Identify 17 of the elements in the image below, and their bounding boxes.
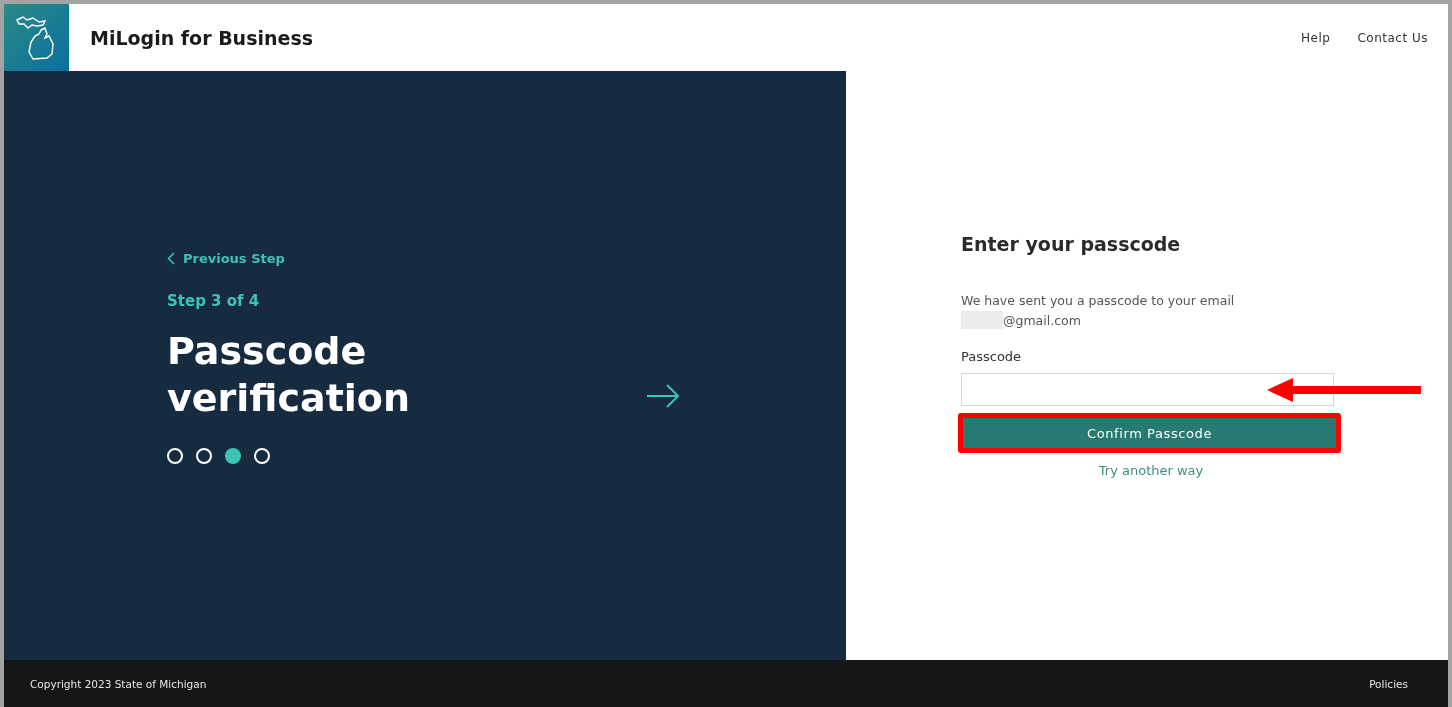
chevron-left-icon	[167, 252, 175, 265]
site-title: MiLogin for Business	[90, 26, 313, 49]
step-counter: Step 3 of 4	[167, 292, 261, 310]
field-label: Passcode	[961, 349, 1023, 364]
arrow-right-icon	[646, 383, 680, 409]
nav-link[interactable]: Help	[1301, 30, 1331, 45]
nav-link[interactable]: Contact Us	[1357, 30, 1428, 45]
passcode-field[interactable]	[961, 373, 1334, 406]
confirm-button[interactable]: Confirm Passcode	[963, 418, 1336, 448]
page-title: Passcode verification	[167, 328, 411, 422]
try-another-way-link[interactable]: Try another way	[1098, 463, 1204, 478]
form-heading: Enter your passcode	[961, 233, 1182, 255]
copyright-text: Copyright 2023 State of Michigan	[30, 677, 207, 690]
previous-step-link[interactable]: Previous Step	[167, 251, 467, 266]
email-text: @gmail.com	[1003, 312, 1081, 328]
footer-link[interactable]: Policies	[1369, 677, 1408, 690]
message-text: We have sent you a passcode to your email	[961, 292, 1236, 310]
